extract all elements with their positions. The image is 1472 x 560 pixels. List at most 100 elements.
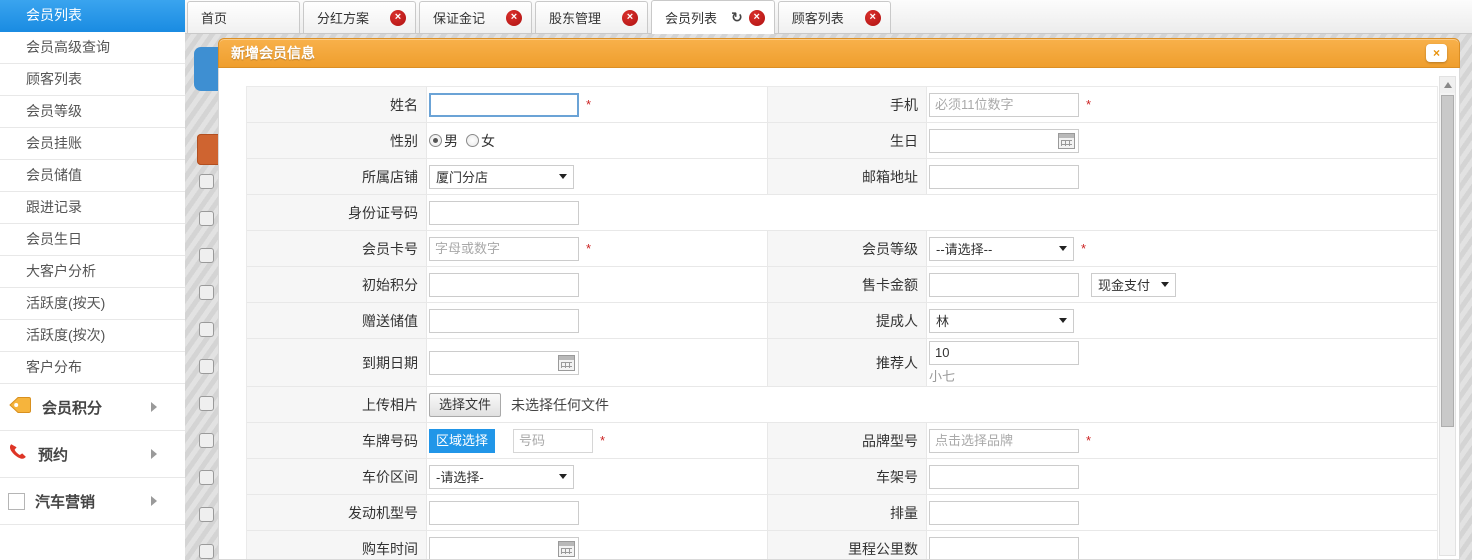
scrollbar-up-icon[interactable] [1440,77,1455,93]
gender-female-label: 女 [481,131,495,151]
sidebar-item-customer-list[interactable]: 顾客列表 [0,64,185,96]
level-label: 会员等级 [767,231,927,266]
form-row: 上传相片 选择文件 未选择任何文件 [247,387,1437,423]
gift-stored-input[interactable] [429,309,579,333]
phone-input[interactable] [929,93,1079,117]
required-mark: * [600,433,605,448]
expire-date-input[interactable] [429,351,579,375]
add-member-dialog: 新增会员信息 × 姓名 * 手机 * 性别 [218,38,1460,560]
price-range-select[interactable]: -请选择- [429,465,574,489]
referrer-hint: 小七 [929,366,955,385]
store-label: 所属店铺 [247,159,427,194]
store-select-value: 厦门分店 [436,167,488,186]
gender-female-radio[interactable] [466,134,479,147]
card-amount-input[interactable] [929,273,1079,297]
gender-male-radio[interactable] [429,134,442,147]
commission-label: 提成人 [767,303,927,338]
name-label: 姓名 [247,87,427,122]
sidebar-item-follow-up[interactable]: 跟进记录 [0,192,185,224]
init-points-input[interactable] [429,273,579,297]
displacement-input[interactable] [929,501,1079,525]
background-checkbox [199,248,214,263]
purchase-time-input[interactable] [429,537,579,560]
tab-dividend-plan[interactable]: 分红方案 × [303,1,416,33]
sidebar-group-auto-marketing[interactable]: 汽车营销 [0,478,185,525]
chevron-down-icon [559,174,567,179]
birthday-input[interactable] [929,129,1079,153]
scrollbar-thumb[interactable] [1441,95,1454,427]
plate-number-input[interactable] [513,429,593,453]
chevron-down-icon [559,474,567,479]
tab-home[interactable]: 首页 [187,1,300,33]
sidebar-item-member-list[interactable]: 会员列表 [0,0,185,32]
sidebar-item-member-adv-search[interactable]: 会员高级查询 [0,32,185,64]
referrer-input[interactable] [929,341,1079,365]
chevron-down-icon [1059,246,1067,251]
tab-label: 保证金记 [433,8,506,27]
tab-close-icon[interactable]: × [865,10,881,26]
vin-label: 车架号 [767,459,927,494]
sidebar-item-customer-distribution[interactable]: 客户分布 [0,352,185,384]
tab-shareholder-mgmt[interactable]: 股东管理 × [535,1,648,33]
member-form: 姓名 * 手机 * 性别 男 女 [246,86,1438,560]
tab-customer-list[interactable]: 顾客列表 × [778,1,891,33]
background-checkbox [199,470,214,485]
card-no-label: 会员卡号 [247,231,427,266]
tab-close-icon[interactable]: × [390,10,406,26]
required-mark: * [1086,97,1091,112]
phone-label: 手机 [767,87,927,122]
dialog-title: 新增会员信息 [231,43,315,63]
sidebar-item-activity-by-day[interactable]: 活跃度(按天) [0,288,185,320]
brand-input[interactable] [929,429,1079,453]
calendar-icon[interactable] [1058,133,1075,149]
tab-close-icon[interactable]: × [749,10,765,26]
sidebar-group-member-points[interactable]: 会员积分 [0,384,185,431]
name-input[interactable] [429,93,579,117]
tab-close-icon[interactable]: × [622,10,638,26]
engine-input[interactable] [429,501,579,525]
chevron-right-icon [151,449,157,459]
sidebar-item-activity-by-times[interactable]: 活跃度(按次) [0,320,185,352]
background-checkbox-column [199,174,214,559]
sidebar-item-member-level[interactable]: 会员等级 [0,96,185,128]
form-row: 购车时间 里程公里数 [247,531,1437,560]
store-select[interactable]: 厦门分店 [429,165,574,189]
mileage-input[interactable] [929,537,1079,560]
brand-label: 品牌型号 [767,423,927,458]
sidebar-item-member-credit[interactable]: 会员挂账 [0,128,185,160]
tab-label: 股东管理 [549,8,622,27]
background-checkbox [199,211,214,226]
sidebar-item-member-birthday[interactable]: 会员生日 [0,224,185,256]
file-status-text: 未选择任何文件 [511,395,609,415]
sidebar: 会员列表 会员高级查询 顾客列表 会员等级 会员挂账 会员储值 跟进记录 会员生… [0,0,185,560]
pay-method-select[interactable]: 现金支付 [1091,273,1176,297]
level-select[interactable]: --请选择-- [929,237,1074,261]
dialog-scrollbar[interactable] [1439,76,1456,556]
refresh-icon[interactable]: ↻ [731,9,743,26]
card-no-input[interactable] [429,237,579,261]
sidebar-item-key-account-analysis[interactable]: 大客户分析 [0,256,185,288]
sidebar-group-label: 预约 [38,444,68,465]
tab-close-icon[interactable]: × [506,10,522,26]
dialog-header[interactable]: 新增会员信息 × [218,38,1460,68]
tab-member-list[interactable]: 会员列表 ↻ × [651,0,775,34]
id-card-input[interactable] [429,201,579,225]
vin-input[interactable] [929,465,1079,489]
calendar-icon[interactable] [558,355,575,371]
sidebar-group-label: 汽车营销 [35,491,95,512]
dialog-close-button[interactable]: × [1426,44,1447,62]
price-range-label: 车价区间 [247,459,427,494]
birthday-label: 生日 [767,123,927,158]
calendar-icon[interactable] [558,541,575,557]
plate-gap [495,429,513,453]
sidebar-group-appointment[interactable]: 预约 [0,431,185,478]
email-input[interactable] [929,165,1079,189]
sidebar-item-member-stored-value[interactable]: 会员储值 [0,160,185,192]
level-select-value: --请选择-- [936,239,992,258]
plate-region-button[interactable]: 区域选择 [429,429,495,453]
tab-deposit-record[interactable]: 保证金记 × [419,1,532,33]
email-label: 邮箱地址 [767,159,927,194]
commission-select[interactable]: 林 [929,309,1074,333]
displacement-label: 排量 [767,495,927,530]
choose-file-button[interactable]: 选择文件 [429,393,501,417]
